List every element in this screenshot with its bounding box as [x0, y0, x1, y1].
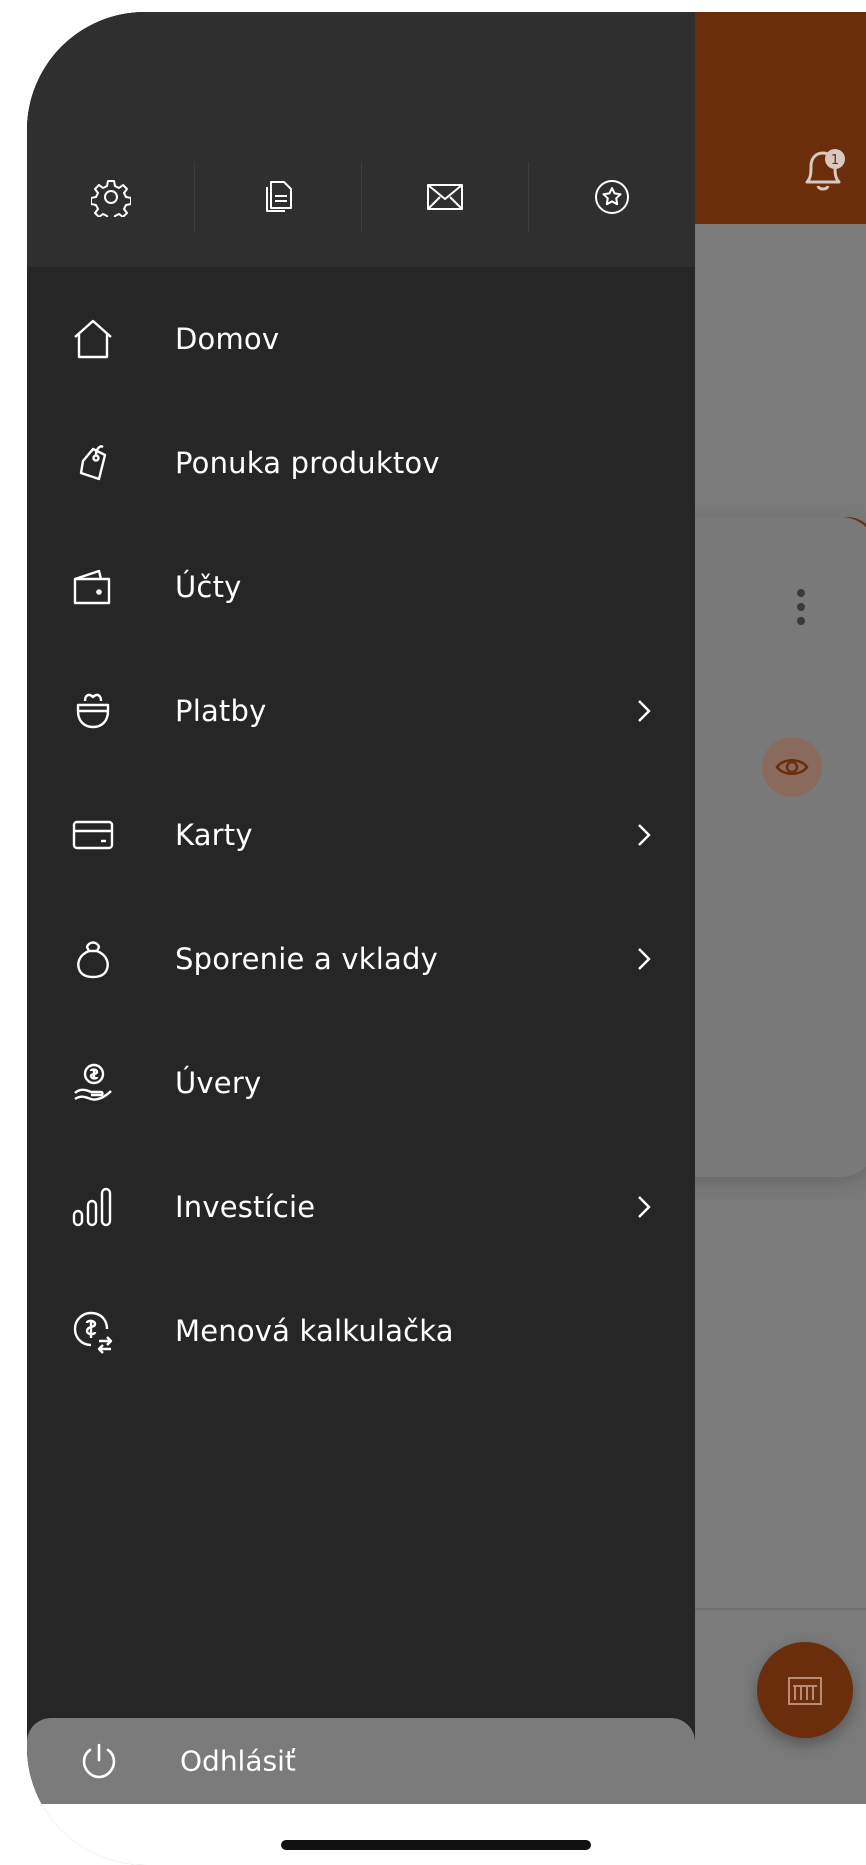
drawer-header	[27, 12, 695, 267]
chevron-right-icon	[633, 1192, 655, 1222]
logout-label: Odhlásiť	[180, 1744, 296, 1778]
menu-item-label: Investície	[175, 1190, 316, 1224]
power-icon	[79, 1741, 119, 1781]
savings-icon	[69, 935, 117, 983]
menu-item-label: Menová kalkulačka	[175, 1314, 454, 1348]
bank-fab-button[interactable]	[757, 1642, 853, 1738]
tag-icon	[69, 439, 117, 487]
menu-item-uvery[interactable]: Úvery	[27, 1021, 695, 1145]
documents-icon[interactable]	[194, 152, 361, 242]
more-options-icon[interactable]	[795, 587, 807, 627]
menu-item-investicie[interactable]: Investície	[27, 1145, 695, 1269]
menu-item-karty[interactable]: Karty	[27, 773, 695, 897]
notification-count: 1	[831, 153, 839, 168]
home-indicator[interactable]	[281, 1840, 591, 1850]
settings-icon[interactable]	[27, 152, 194, 242]
card-icon	[69, 811, 117, 859]
menu-item-ucty[interactable]: Účty	[27, 525, 695, 649]
menu-item-platby[interactable]: Platby	[27, 649, 695, 773]
notifications-bell-icon[interactable]: 1	[793, 142, 853, 202]
navigation-drawer: Domov Ponuka produktov Účty Platby Karty…	[27, 12, 695, 1804]
logout-button[interactable]: Odhlásiť	[27, 1718, 695, 1804]
menu-item-label: Domov	[175, 322, 280, 356]
chevron-right-icon	[633, 696, 655, 726]
investments-icon	[69, 1183, 117, 1231]
wallet-icon	[69, 563, 117, 611]
menu-item-ponuka-produktov[interactable]: Ponuka produktov	[27, 401, 695, 525]
menu-item-menova-kalkulacka[interactable]: Menová kalkulačka	[27, 1269, 695, 1393]
chevron-right-icon	[633, 820, 655, 850]
menu-item-label: Karty	[175, 818, 253, 852]
home-indicator-area	[27, 1804, 866, 1865]
drawer-quick-actions	[27, 152, 695, 242]
currency-calculator-icon	[69, 1307, 117, 1355]
chevron-right-icon	[633, 944, 655, 974]
menu-item-label: Úvery	[175, 1066, 262, 1100]
menu-item-label: Účty	[175, 570, 242, 604]
menu-item-domov[interactable]: Domov	[27, 277, 695, 401]
menu-item-label: Sporenie a vklady	[175, 942, 438, 976]
mail-icon[interactable]	[361, 152, 528, 242]
star-badge-icon[interactable]	[528, 152, 695, 242]
payments-icon	[69, 687, 117, 735]
menu-item-sporenie-a-vklady[interactable]: Sporenie a vklady	[27, 897, 695, 1021]
show-balance-eye-icon[interactable]	[762, 737, 822, 797]
drawer-menu: Domov Ponuka produktov Účty Platby Karty…	[27, 277, 695, 1393]
bank-icon	[788, 1677, 822, 1705]
loan-icon	[69, 1059, 117, 1107]
home-icon	[69, 315, 117, 363]
menu-item-label: Ponuka produktov	[175, 446, 440, 480]
device-screen: 1 Domov Ponuka produktov Účty Platby Kar…	[27, 12, 866, 1865]
menu-item-label: Platby	[175, 694, 267, 728]
